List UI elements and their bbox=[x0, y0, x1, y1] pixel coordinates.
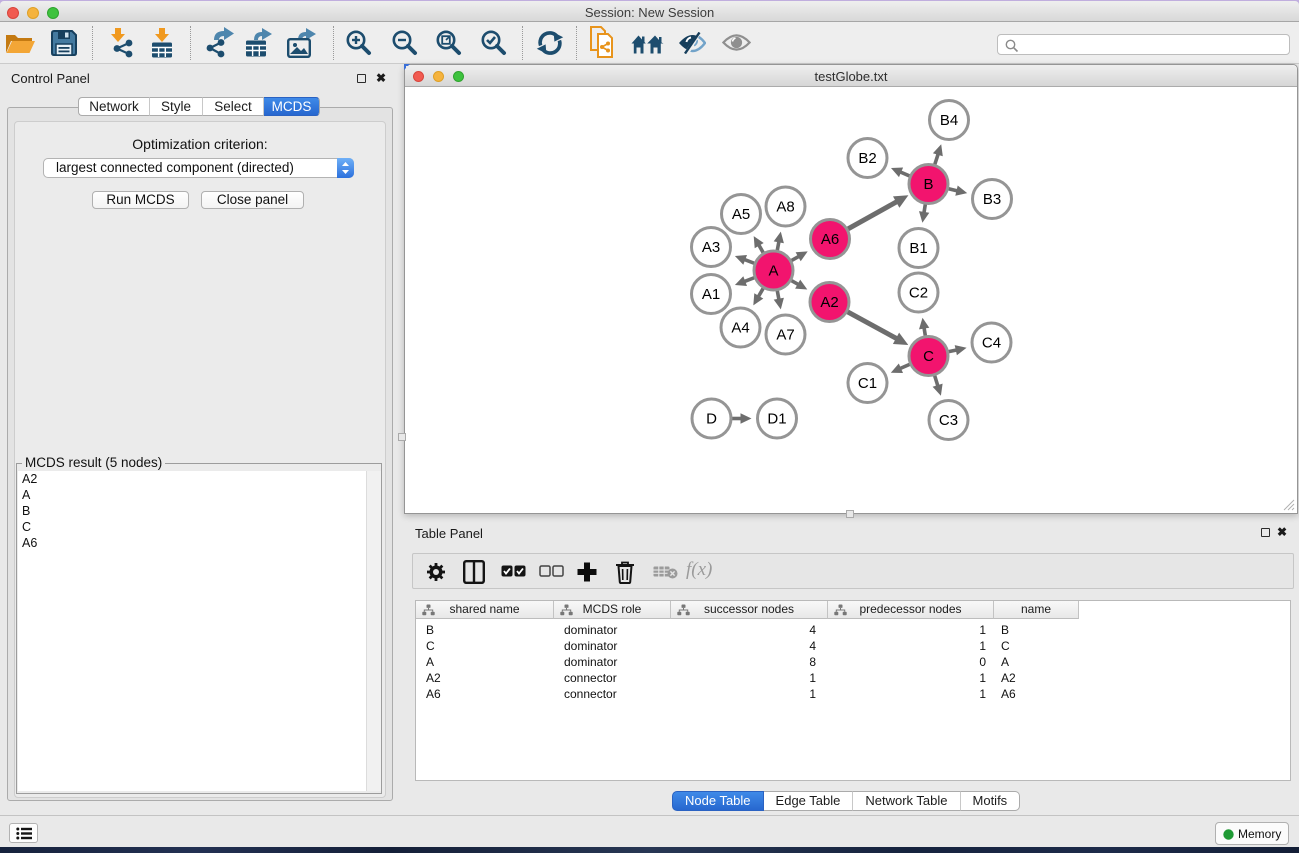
svg-text:A5: A5 bbox=[732, 206, 750, 223]
svg-text:C4: C4 bbox=[982, 335, 1001, 352]
svg-text:C3: C3 bbox=[939, 412, 958, 429]
svg-text:B4: B4 bbox=[940, 112, 958, 129]
svg-text:A1: A1 bbox=[702, 286, 720, 303]
svg-text:A: A bbox=[768, 263, 778, 280]
svg-text:C1: C1 bbox=[858, 375, 877, 392]
svg-text:D: D bbox=[706, 411, 717, 428]
svg-text:C2: C2 bbox=[909, 285, 928, 302]
svg-text:A8: A8 bbox=[776, 199, 794, 216]
svg-text:C: C bbox=[923, 348, 934, 365]
svg-text:A4: A4 bbox=[731, 320, 749, 337]
svg-text:B2: B2 bbox=[858, 150, 876, 167]
svg-text:A6: A6 bbox=[821, 231, 839, 248]
svg-text:A7: A7 bbox=[776, 327, 794, 344]
svg-text:B: B bbox=[923, 176, 933, 193]
svg-text:A3: A3 bbox=[702, 239, 720, 256]
svg-text:D1: D1 bbox=[767, 411, 786, 428]
svg-text:B1: B1 bbox=[909, 240, 927, 257]
svg-text:B3: B3 bbox=[983, 191, 1001, 208]
svg-text:A2: A2 bbox=[820, 294, 838, 311]
